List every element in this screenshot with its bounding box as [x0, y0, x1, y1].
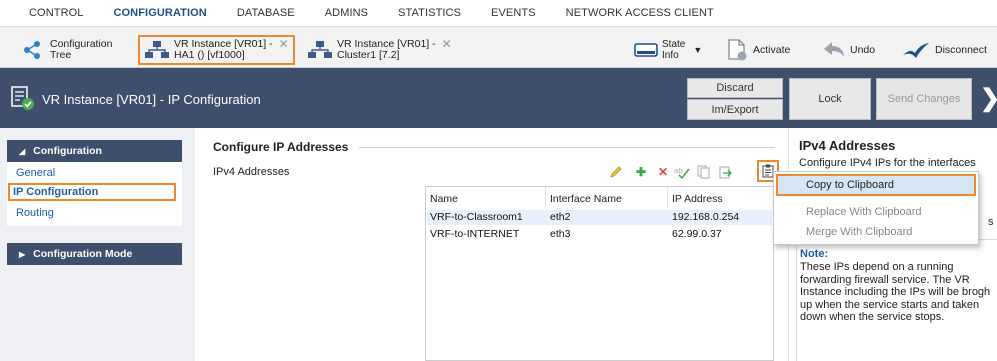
cell-name: VRF-to-INTERNET — [430, 228, 520, 240]
nav-section-configuration[interactable]: ◢ Configuration — [7, 140, 182, 162]
page-title: VR Instance [VR01] - IP Configuration — [42, 92, 261, 107]
cell-ip-address: 192.168.0.254 — [672, 211, 740, 223]
discard-button[interactable]: Discard — [687, 78, 783, 98]
monitor-icon — [634, 40, 658, 60]
network-node-icon — [144, 40, 170, 60]
close-tab2-icon[interactable]: ✕ — [442, 38, 452, 50]
lock-button[interactable]: Lock — [789, 78, 871, 120]
column-header-name[interactable]: Name — [430, 193, 458, 205]
activate-button[interactable]: Activate — [725, 35, 790, 65]
activate-document-icon — [725, 39, 749, 61]
edit-pencil-icon[interactable] — [608, 164, 624, 180]
note-line: These IPs depend on a running — [800, 261, 954, 273]
column-header-ip-address[interactable]: IP Address — [672, 193, 723, 205]
note-line: down when the service stops. — [800, 311, 945, 323]
column-separator — [545, 187, 546, 207]
undo-button[interactable]: Undo — [822, 35, 875, 65]
menu-configuration[interactable]: CONFIGURATION — [113, 7, 206, 19]
nav-section-configuration-mode[interactable]: ▶ Configuration Mode — [7, 243, 182, 265]
disconnect-label: Disconnect — [935, 43, 987, 56]
menu-network-access-client[interactable]: NETWORK ACCESS CLIENT — [566, 7, 714, 19]
section-divider — [359, 147, 775, 148]
config-tree-line2: Tree — [50, 49, 72, 61]
note-line: forwarding firewall service. The VR — [800, 273, 970, 286]
cell-name: VRF-to-Classroom1 — [430, 211, 523, 223]
add-plus-icon[interactable]: ✚ — [633, 164, 649, 180]
tree-icon — [22, 40, 46, 60]
clipboard-context-menu: Copy to Clipboard Replace With Clipboard… — [773, 171, 979, 245]
menu-item-replace-with-clipboard[interactable]: Replace With Clipboard — [806, 206, 922, 218]
triangle-down-icon: ◢ — [19, 146, 26, 156]
cell-interface: eth2 — [550, 211, 571, 223]
disconnect-icon — [901, 40, 931, 60]
menu-events[interactable]: EVENTS — [491, 7, 536, 19]
delete-x-icon[interactable]: ✕ — [655, 164, 671, 180]
undo-arrow-icon — [822, 40, 846, 60]
help-text: Configure IPv4 IPs for the interfaces — [799, 157, 976, 169]
note-title: Note: — [800, 248, 829, 260]
configuration-ok-icon — [10, 85, 36, 111]
column-header-interface-name[interactable]: Interface Name — [550, 193, 622, 205]
table-row[interactable]: VRF-to-INTERNET eth3 62.99.0.37 — [427, 227, 772, 242]
note-line: up when the service starts and taken — [800, 298, 980, 311]
tab2-line2: Cluster1 [7.2] — [337, 49, 400, 61]
nav-mode-label: Configuration Mode — [33, 248, 133, 260]
note-line: Instance including the IPs will be brogh — [800, 286, 991, 298]
nav-item-ip-configuration[interactable]: IP Configuration — [8, 183, 176, 201]
disconnect-button[interactable]: Disconnect — [901, 35, 987, 65]
menu-control[interactable]: CONTROL — [29, 7, 83, 19]
cell-ip-address: 62.99.0.37 — [672, 228, 722, 240]
help-text-fragment: s — [988, 216, 994, 228]
nav-item-ip-configuration-label: IP Configuration — [13, 186, 99, 198]
main-content: Configure IP Addresses IPv4 Addresses ✚ … — [196, 128, 788, 361]
configuration-tree-button[interactable]: Configuration Tree — [22, 35, 112, 65]
tab1-line2: HA1 () [vf1000] — [174, 49, 245, 61]
activate-label: Activate — [753, 43, 791, 56]
svg-text:ab: ab — [674, 167, 683, 175]
chevron-right-icon[interactable]: ❯ — [980, 84, 997, 113]
menu-item-copy-to-clipboard-label: Copy to Clipboard — [806, 179, 895, 191]
column-separator — [667, 187, 668, 207]
close-tab1-icon[interactable]: ✕ — [279, 38, 289, 50]
ip-address-table: Name Interface Name IP Address VRF-to-Cl… — [425, 186, 774, 361]
table-row[interactable]: VRF-to-Classroom1 eth2 192.168.0.254 — [427, 210, 772, 225]
tab-vr-instance-cluster1[interactable]: VR Instance [VR01] - Cluster1 [7.2] ✕ — [307, 35, 452, 65]
menu-admins[interactable]: ADMINS — [325, 7, 368, 19]
help-title: IPv4 Addresses — [799, 138, 896, 153]
send-changes-button[interactable]: Send Changes — [876, 78, 972, 120]
chevron-down-icon: ▼ — [693, 44, 703, 55]
menu-database[interactable]: DATABASE — [237, 7, 295, 19]
note-box: Note: These IPs depend on a running forw… — [796, 239, 997, 361]
triangle-right-icon: ▶ — [19, 249, 26, 259]
nav-item-routing[interactable]: Routing — [16, 207, 54, 219]
nav-section-label: Configuration — [33, 145, 102, 157]
state-info-button[interactable]: State Info ▼ — [634, 35, 702, 65]
menu-item-merge-with-clipboard[interactable]: Merge With Clipboard — [806, 226, 912, 238]
ipv4-addresses-label: IPv4 Addresses — [213, 166, 290, 178]
state-info-line1: State — [662, 39, 686, 50]
section-title: Configure IP Addresses — [213, 140, 349, 154]
undo-label: Undo — [850, 43, 876, 56]
state-info-line2: Info — [662, 50, 679, 61]
im-export-button[interactable]: Im/Export — [687, 99, 783, 120]
copy-icon[interactable] — [696, 164, 712, 180]
network-node-icon — [307, 40, 333, 60]
paste-icon[interactable] — [718, 164, 734, 180]
note-text: These IPs depend on a running forwarding… — [800, 261, 997, 324]
cell-interface: eth3 — [550, 228, 571, 240]
nav-item-general[interactable]: General — [16, 167, 55, 179]
spell-check-icon[interactable]: ab — [674, 164, 690, 180]
menu-statistics[interactable]: STATISTICS — [398, 7, 461, 19]
top-menu-bar: CONTROL CONFIGURATION DATABASE ADMINS ST… — [0, 0, 997, 26]
tab-vr-instance-ha1[interactable]: VR Instance [VR01] - HA1 () [vf1000] ✕ — [138, 35, 295, 65]
